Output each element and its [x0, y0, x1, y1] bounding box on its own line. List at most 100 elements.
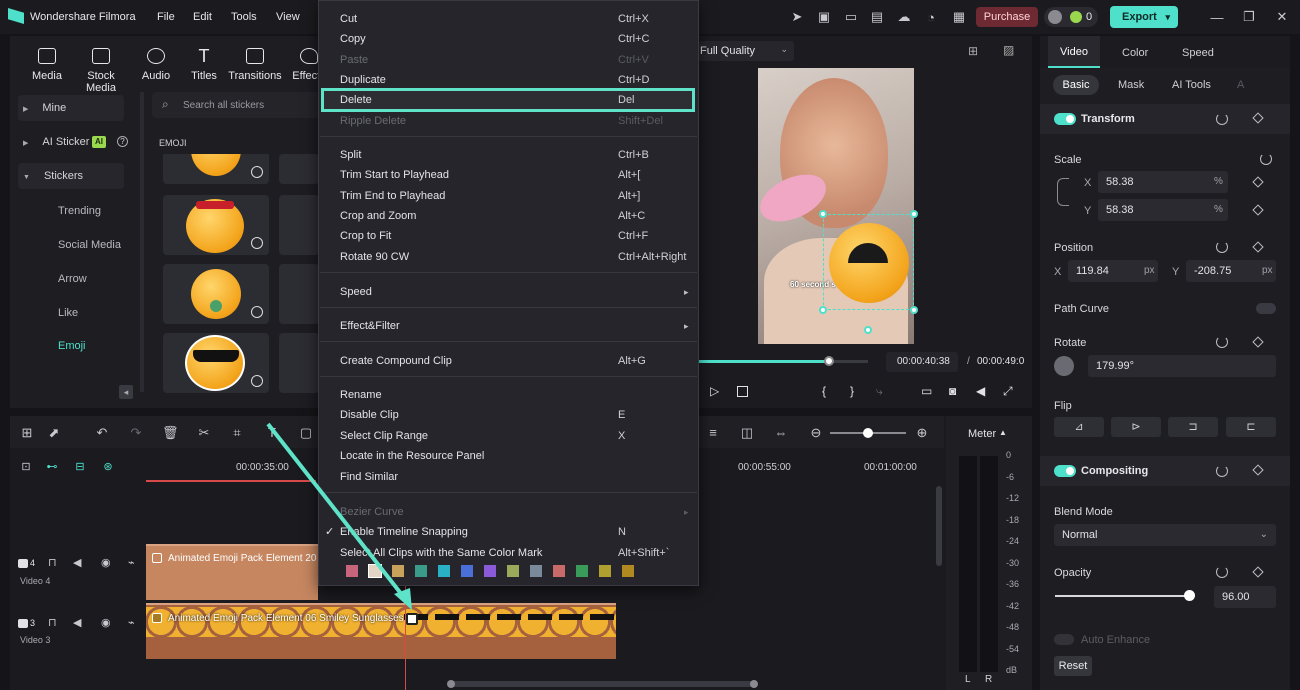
color-mark-swatch[interactable] [438, 565, 450, 577]
clip-video-3[interactable]: Animated Emoji Pack Element 06 Smiley Su… [146, 603, 616, 659]
menu-tools[interactable]: Tools [231, 11, 257, 23]
help-icon[interactable]: ? [117, 136, 128, 147]
maximize-icon[interactable]: ❐ [1240, 8, 1258, 26]
color-mark-swatch[interactable] [507, 565, 519, 577]
sidebar-sub-social-media[interactable]: Social Media [58, 239, 121, 251]
reset-icon[interactable] [1216, 566, 1228, 578]
sticker-tile[interactable] [279, 195, 319, 255]
zoom-out-icon[interactable]: ⊖ [808, 425, 824, 441]
audio-icon[interactable]: ◀ [73, 616, 81, 629]
camera-icon[interactable]: ◙ [949, 384, 956, 398]
menu-item-trim-end[interactable]: Trim End to Playhead Alt+] [340, 190, 690, 202]
menu-item-rename[interactable]: Rename [340, 389, 690, 401]
compositing-toggle[interactable] [1054, 465, 1076, 477]
color-mark-swatch[interactable] [599, 565, 611, 577]
lock-icon[interactable]: ⊓ [48, 616, 57, 629]
tab-video[interactable]: Video [1048, 36, 1100, 68]
frame-icon[interactable]: ▢ [298, 425, 314, 441]
menu-item-ripple-delete[interactable]: Ripple Delete Shift+Del [340, 115, 690, 127]
menu-item-select-same-color[interactable]: Select All Clips with the Same Color Mar… [340, 547, 690, 559]
reset-icon[interactable] [1216, 336, 1228, 348]
eye-icon[interactable]: ◉ [101, 556, 111, 569]
menu-item-delete[interactable]: Delete Del [340, 94, 690, 106]
color-mark-swatch[interactable] [622, 565, 634, 577]
menu-item-effect-filter[interactable]: Effect&Filter [340, 320, 690, 332]
purchase-button[interactable]: Purchase [976, 7, 1038, 27]
menu-item-trim-start[interactable]: Trim Start to Playhead Alt+[ [340, 169, 690, 181]
sticker-tile[interactable] [163, 154, 269, 184]
sidebar-item-stickers[interactable]: ▼ Stickers [18, 163, 124, 189]
undo-icon[interactable]: ↶ [94, 425, 110, 441]
mark-out-icon[interactable]: } [850, 384, 854, 398]
split-scissors-icon[interactable]: ✂ [196, 425, 212, 441]
reset-icon[interactable] [1216, 241, 1228, 253]
resize-handle-br[interactable] [910, 306, 918, 314]
delete-icon[interactable]: 🗑 [162, 425, 179, 441]
redo-icon[interactable]: ↷ [128, 425, 144, 441]
menu-item-speed[interactable]: Speed [340, 286, 690, 298]
flip-horizontal-button[interactable]: ⊿ [1054, 417, 1104, 437]
sidebar-sub-trending[interactable]: Trending [58, 205, 101, 217]
sticker-search[interactable]: ⌕ Search all stickers [152, 92, 322, 118]
subtab-mask[interactable]: Mask [1118, 79, 1144, 91]
fit-timeline-icon[interactable]: ⇔ [773, 425, 789, 441]
layout-icon[interactable]: ▭ [842, 8, 860, 26]
opacity-slider-knob[interactable] [1184, 590, 1195, 601]
menu-item-crop-and-zoom[interactable]: Crop and Zoom Alt+C [340, 210, 690, 222]
color-mark-swatch[interactable] [461, 565, 473, 577]
sticker-tile[interactable] [163, 264, 269, 324]
auto-enhance-toggle[interactable] [1054, 634, 1074, 645]
mark-in-icon[interactable]: { [822, 384, 826, 398]
clip-keyframe-icon[interactable] [406, 613, 418, 625]
playback-progress[interactable] [698, 360, 868, 363]
rotate-right-button[interactable]: ⊐ [1168, 417, 1218, 437]
crop-icon[interactable]: ⌗ [229, 425, 245, 441]
reset-icon[interactable] [1216, 113, 1228, 125]
magnet-icon[interactable]: ⊛ [102, 461, 114, 473]
add-track-icon[interactable]: ⊡ [20, 461, 32, 473]
resize-handle-tl[interactable] [819, 210, 827, 218]
zoom-in-icon[interactable]: ⊕ [914, 425, 930, 441]
tool-titles[interactable]: T Titles [175, 47, 233, 82]
tool-stock-media[interactable]: Stock Media [72, 48, 130, 94]
scroll-handle-left[interactable] [447, 680, 455, 688]
menu-item-enable-snapping[interactable]: Enable Timeline Snapping N [340, 526, 690, 538]
download-icon[interactable] [251, 166, 263, 178]
color-mark-swatch[interactable] [576, 565, 588, 577]
subtab-ai-tools[interactable]: AI Tools [1172, 79, 1211, 91]
menu-item-disable-clip[interactable]: Disable Clip E [340, 409, 690, 421]
menu-item-split[interactable]: Split Ctrl+B [340, 149, 690, 161]
send-icon[interactable]: ➤ [788, 8, 806, 26]
download-icon[interactable] [251, 306, 263, 318]
sticker-tile[interactable] [279, 333, 319, 393]
sidebar-item-mine[interactable]: ▶ Mine [18, 95, 124, 121]
account-badge[interactable]: 0 [1044, 7, 1098, 27]
blend-mode-select[interactable]: Normal ⌄ [1054, 524, 1276, 546]
select-tool-icon[interactable]: ⬈ [46, 425, 62, 441]
link-icon[interactable]: ⊷ [46, 461, 58, 473]
clip-video-4[interactable]: Animated Emoji Pack Element 20 [146, 544, 318, 600]
sticker-tile[interactable] [163, 333, 269, 393]
grid-view-icon[interactable]: ⊞ [968, 44, 978, 58]
volume-icon[interactable]: ◀ [976, 384, 985, 398]
save-icon[interactable]: ▤ [868, 8, 886, 26]
sidebar-sub-emoji[interactable]: Emoji [58, 340, 86, 352]
menu-item-create-compound-clip[interactable]: Create Compound Clip Alt+G [340, 355, 690, 367]
audio-icon[interactable]: ◀ [73, 556, 81, 569]
snapshot-image-icon[interactable]: ▨ [1003, 43, 1014, 57]
eye-icon[interactable]: ◉ [101, 616, 111, 629]
path-curve-toggle[interactable] [1256, 303, 1276, 314]
position-y-input[interactable]: -208.75 px [1186, 260, 1276, 282]
subtab-more[interactable]: A [1237, 79, 1244, 91]
menu-edit[interactable]: Edit [193, 11, 212, 23]
rotate-dial[interactable] [1054, 356, 1074, 376]
menu-item-find-similar[interactable]: Find Similar [340, 471, 690, 483]
stop-icon[interactable] [737, 386, 748, 397]
link-lock-icon[interactable] [1057, 178, 1069, 206]
reset-icon[interactable] [1216, 465, 1228, 477]
download-icon[interactable] [251, 237, 263, 249]
menu-view[interactable]: View [276, 11, 300, 23]
menu-file[interactable]: File [157, 11, 175, 23]
resize-handle-tr[interactable] [910, 210, 918, 218]
headset-icon[interactable]: ◔ [922, 8, 940, 26]
